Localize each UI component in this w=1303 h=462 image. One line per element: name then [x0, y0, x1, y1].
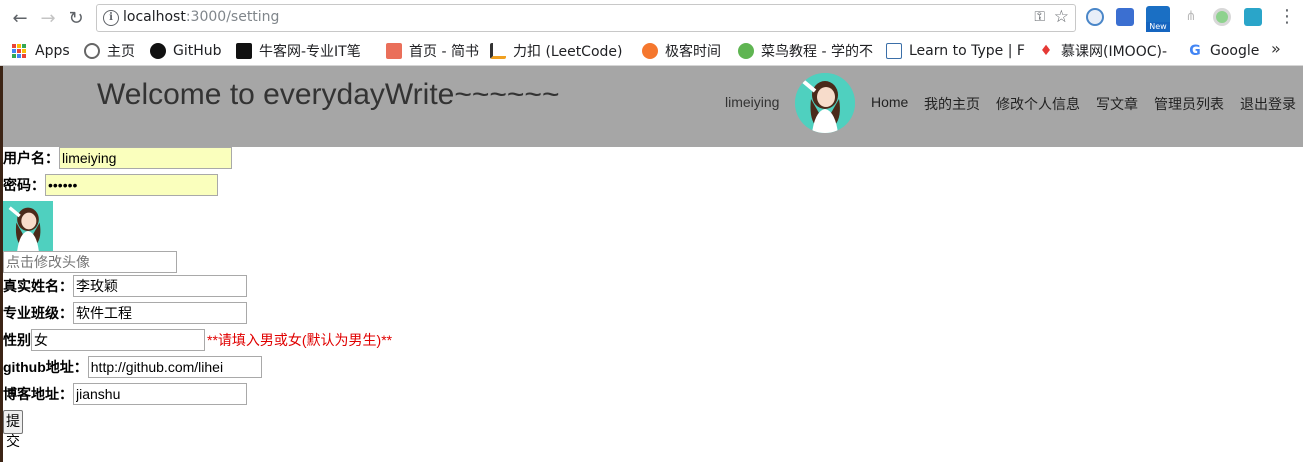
geektime-icon — [642, 43, 658, 59]
reload-icon[interactable]: ↻ — [64, 6, 88, 30]
bookmark-leetcode[interactable]: 力扣 (LeetCode) — [490, 41, 626, 61]
bookmarks-overflow-icon[interactable]: » — [1271, 39, 1281, 58]
github-label: github地址： — [3, 359, 88, 375]
extension-s-icon[interactable] — [1244, 8, 1262, 26]
github-row: github地址： — [3, 356, 262, 378]
site-info-icon[interactable]: i — [103, 10, 119, 26]
typing-icon — [886, 43, 902, 59]
bookmark-label: 极客时间 — [665, 44, 721, 60]
avatar-upload-row — [3, 251, 177, 273]
nav-edit-profile[interactable]: 修改个人信息 — [996, 94, 1080, 114]
gender-row: 性别 **请填入男或女(默认为男生)** — [3, 329, 392, 351]
realname-input[interactable] — [73, 275, 247, 297]
extension-globe-icon[interactable] — [1086, 8, 1104, 26]
runoob-icon — [738, 43, 754, 59]
bookmark-home[interactable]: 主页 — [84, 41, 135, 61]
nav-username[interactable]: limeiying — [725, 94, 779, 110]
username-label: 用户名： — [3, 150, 59, 166]
username-input[interactable] — [59, 147, 232, 169]
major-input[interactable] — [73, 302, 247, 324]
blog-label: 博客地址： — [3, 386, 73, 402]
nav-my-homepage[interactable]: 我的主页 — [924, 94, 980, 114]
avatar-upload-input[interactable] — [3, 251, 177, 273]
bookmark-label: 力扣 (LeetCode) — [513, 44, 623, 60]
bookmark-nowcoder[interactable]: 牛客网-专业IT笔 — [236, 41, 378, 61]
password-row: 密码： — [3, 174, 218, 196]
site-header: Welcome to everydayWrite~~~~~~ limeiying… — [3, 66, 1303, 147]
jianshu-icon — [386, 43, 402, 59]
extension-translate-icon[interactable] — [1116, 8, 1134, 26]
imooc-flame-icon: ♦ — [1039, 43, 1053, 59]
key-icon[interactable]: ⚿ — [1034, 9, 1045, 25]
nav-logout[interactable]: 退出登录 — [1240, 94, 1296, 114]
major-label: 专业班级： — [3, 305, 73, 321]
extension-new-icon[interactable]: New — [1146, 6, 1170, 32]
bookmark-imooc[interactable]: ♦ 慕课网(IMOOC)- — [1038, 41, 1174, 61]
bookmark-label: Google — [1210, 43, 1260, 59]
avatar-image — [3, 201, 53, 251]
bookmark-label: Learn to Type | F — [909, 43, 1025, 59]
gender-hint: **请填入男或女(默认为男生)** — [207, 332, 393, 348]
bookmark-github[interactable]: GitHub — [150, 41, 222, 61]
home-globe-icon — [84, 43, 100, 59]
bookmark-label: 主页 — [107, 44, 135, 60]
bookmark-label: Apps — [35, 43, 70, 59]
blog-input[interactable] — [73, 383, 247, 405]
bookmarks-bar: Apps 主页 GitHub 牛客网-专业IT笔 首页 - 简书 力扣 (Lee… — [0, 36, 1303, 66]
password-label: 密码： — [3, 177, 45, 193]
github-input[interactable] — [87, 356, 262, 378]
username-row: 用户名： — [3, 147, 232, 169]
leetcode-icon — [490, 43, 506, 59]
bookmark-label: 菜鸟教程 - 学的不 — [761, 44, 873, 60]
apps-icon — [12, 44, 26, 58]
site-title: Welcome to everydayWrite~~~~~~ — [97, 78, 560, 111]
blog-row: 博客地址： — [3, 383, 247, 405]
bookmark-label: 首页 - 简书 — [409, 44, 479, 60]
bookmark-label: 慕课网(IMOOC)- — [1061, 44, 1167, 60]
nowcoder-icon — [236, 43, 252, 59]
url-text: localhost:3000/setting — [123, 9, 280, 25]
bookmark-learn-to-type[interactable]: Learn to Type | F — [886, 41, 1028, 61]
browser-menu-icon[interactable]: ⋮ — [1278, 6, 1296, 27]
forward-arrow-icon[interactable]: → — [36, 6, 60, 30]
realname-label: 真实姓名： — [3, 278, 73, 294]
avatar-girl-icon — [795, 73, 855, 133]
address-bar[interactable]: i localhost:3000/setting ⚿ ☆ — [96, 4, 1076, 32]
browser-toolbar: ← → ↻ i localhost:3000/setting ⚿ ☆ New ⋔… — [0, 0, 1303, 36]
nav-home[interactable]: Home — [871, 94, 908, 110]
password-input[interactable] — [45, 174, 218, 196]
bookmark-runoob[interactable]: 菜鸟教程 - 学的不 — [738, 41, 874, 61]
submit-button[interactable]: 提交 — [3, 410, 23, 449]
bookmark-apps[interactable]: Apps — [12, 41, 70, 61]
realname-row: 真实姓名： — [3, 275, 247, 297]
bookmark-star-icon[interactable]: ☆ — [1054, 7, 1069, 27]
major-row: 专业班级： — [3, 302, 247, 324]
github-icon — [150, 43, 166, 59]
bookmark-label: GitHub — [173, 43, 222, 59]
avatar-girl-icon — [3, 201, 53, 251]
google-icon: G — [1189, 43, 1201, 59]
nav-avatar[interactable] — [795, 73, 855, 133]
extension-circle-icon[interactable] — [1213, 8, 1231, 26]
gender-input[interactable] — [31, 329, 205, 351]
extension-tree-icon[interactable]: ⋔ — [1182, 8, 1200, 26]
bookmark-google[interactable]: G Google — [1187, 41, 1259, 61]
back-arrow-icon[interactable]: ← — [8, 6, 32, 30]
bookmark-geektime[interactable]: 极客时间 — [642, 41, 721, 61]
bookmark-jianshu[interactable]: 首页 - 简书 — [386, 41, 479, 61]
bookmark-label: 牛客网-专业IT笔 — [259, 44, 361, 60]
gender-label: 性别 — [3, 332, 31, 348]
nav-write-article[interactable]: 写文章 — [1096, 94, 1138, 114]
nav-admin-list[interactable]: 管理员列表 — [1154, 94, 1224, 114]
